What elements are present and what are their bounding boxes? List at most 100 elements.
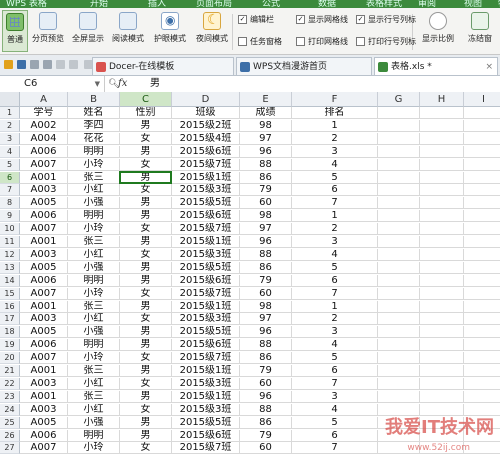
table-cell[interactable]: 2015级7班	[172, 352, 240, 365]
table-cell[interactable]	[420, 236, 464, 248]
table-cell[interactable]: 男	[120, 236, 172, 248]
table-cell[interactable]: A001	[20, 300, 68, 313]
table-cell[interactable]: 88	[240, 248, 292, 261]
table-cell[interactable]: 2015级6班	[172, 274, 240, 287]
table-cell[interactable]	[464, 184, 500, 197]
ribbon-button[interactable]: 冻结窗	[460, 10, 500, 52]
table-cell[interactable]	[378, 274, 420, 287]
table-cell[interactable]	[420, 326, 464, 339]
table-cell[interactable]: 女	[120, 158, 172, 171]
table-cell[interactable]	[420, 119, 464, 132]
checkbox-box[interactable]: ✓	[296, 15, 305, 24]
table-cell[interactable]: 张三	[68, 365, 120, 377]
table-cell[interactable]: 男	[120, 326, 172, 339]
row-header[interactable]: 23	[0, 390, 20, 403]
table-cell[interactable]: 96	[240, 236, 292, 248]
table-cell[interactable]: 男	[120, 145, 172, 158]
table-cell[interactable]: 3	[292, 326, 378, 339]
doc-tab-docer[interactable]: Docer-在线模板	[92, 57, 234, 75]
table-cell[interactable]	[378, 377, 420, 390]
table-cell[interactable]: 7	[292, 287, 378, 300]
table-cell[interactable]	[464, 223, 500, 236]
table-cell[interactable]	[420, 287, 464, 300]
save-icon[interactable]	[17, 60, 26, 69]
table-cell[interactable]: 2015级1班	[172, 300, 240, 313]
menu-tab[interactable]: 插入	[148, 0, 166, 8]
table-cell[interactable]: A003	[20, 184, 68, 197]
table-cell[interactable]: 3	[292, 236, 378, 248]
table-cell[interactable]: 男	[120, 171, 172, 184]
column-header[interactable]: D	[172, 92, 240, 107]
table-cell[interactable]: 5	[292, 352, 378, 365]
checkbox-box[interactable]: ✓	[238, 15, 247, 24]
table-cell[interactable]: 96	[240, 326, 292, 339]
table-cell[interactable]: 明明	[68, 339, 120, 352]
table-cell[interactable]: 2015级7班	[172, 287, 240, 300]
row-header[interactable]: 12	[0, 248, 20, 261]
print-icon[interactable]	[30, 60, 39, 69]
menu-tab[interactable]: 视图	[464, 0, 482, 8]
table-cell[interactable]: 1	[292, 300, 378, 313]
row-header[interactable]: 5	[0, 158, 20, 171]
ribbon-checkbox[interactable]: ✓ 显示行号列标	[356, 14, 416, 25]
table-cell[interactable]: 79	[240, 429, 292, 442]
table-cell[interactable]: 4	[292, 158, 378, 171]
ribbon-button[interactable]: 护眼模式	[150, 10, 190, 52]
table-cell[interactable]: 小强	[68, 261, 120, 274]
table-cell[interactable]: 女	[120, 223, 172, 236]
table-cell[interactable]: A007	[20, 287, 68, 300]
table-cell[interactable]	[464, 146, 500, 158]
table-cell[interactable]: 5	[292, 416, 378, 429]
table-cell[interactable]	[420, 223, 464, 236]
table-cell[interactable]: 79	[240, 365, 292, 377]
table-cell[interactable]	[464, 378, 500, 390]
ribbon-checkbox[interactable]: 任务窗格	[238, 36, 282, 47]
table-cell[interactable]: 96	[240, 390, 292, 403]
table-cell[interactable]	[420, 300, 464, 313]
table-cell[interactable]	[464, 210, 500, 223]
row-header[interactable]: 2	[0, 119, 20, 132]
menu-tab[interactable]: 页面布局	[196, 0, 232, 8]
column-header[interactable]: H	[420, 92, 464, 107]
print-preview-icon[interactable]	[43, 60, 52, 69]
table-cell[interactable]: 小玲	[68, 223, 120, 236]
table-cell[interactable]	[420, 197, 464, 210]
row-header[interactable]: 17	[0, 313, 20, 326]
open-icon[interactable]	[4, 60, 13, 69]
row-header[interactable]: 27	[0, 442, 20, 455]
table-cell[interactable]: A006	[20, 274, 68, 287]
table-cell[interactable]	[464, 339, 500, 352]
table-cell[interactable]	[464, 107, 500, 119]
table-cell[interactable]	[378, 145, 420, 158]
table-cell[interactable]	[378, 326, 420, 339]
undo-icon[interactable]	[56, 60, 65, 69]
table-cell[interactable]: 86	[240, 171, 292, 184]
menu-tab[interactable]: 审阅	[418, 0, 436, 8]
table-cell[interactable]: 张三	[68, 390, 120, 403]
row-header[interactable]: 7	[0, 184, 20, 197]
table-cell[interactable]: 2015级1班	[172, 365, 240, 377]
table-cell[interactable]: 60	[240, 377, 292, 390]
table-cell[interactable]: A006	[20, 145, 68, 158]
table-cell[interactable]: 男	[120, 416, 172, 429]
table-cell[interactable]: 女	[120, 248, 172, 261]
checkbox-box[interactable]: ✓	[356, 15, 365, 24]
table-cell[interactable]	[420, 365, 464, 377]
table-cell[interactable]: 7	[292, 377, 378, 390]
table-cell[interactable]: A007	[20, 158, 68, 171]
table-cell[interactable]: 7	[292, 442, 378, 455]
table-cell[interactable]	[420, 390, 464, 403]
formula-input[interactable]: 男	[150, 76, 160, 92]
table-cell[interactable]: 2015级3班	[172, 377, 240, 390]
table-cell[interactable]: 3	[292, 390, 378, 403]
table-cell[interactable]: A006	[20, 429, 68, 442]
checkbox-box[interactable]	[238, 37, 247, 46]
table-cell[interactable]: 86	[240, 261, 292, 274]
table-cell[interactable]: A001	[20, 365, 68, 377]
row-header[interactable]: 6	[0, 171, 20, 184]
table-cell[interactable]	[420, 171, 464, 184]
table-cell[interactable]	[378, 313, 420, 326]
table-cell[interactable]: 明明	[68, 145, 120, 158]
table-cell[interactable]: 60	[240, 442, 292, 455]
table-cell[interactable]: 2015级7班	[172, 158, 240, 171]
